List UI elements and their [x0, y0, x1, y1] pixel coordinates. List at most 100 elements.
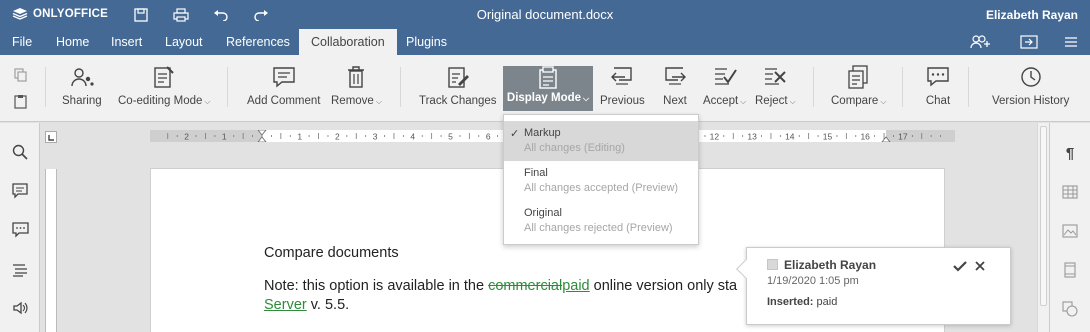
ruler-label: 4 [410, 132, 415, 142]
ruler-label: 14 [785, 132, 795, 142]
reject-icon [762, 63, 788, 91]
chat-label: Chat [925, 95, 951, 107]
tab-layout[interactable]: Layout [153, 29, 215, 55]
review-change-balloon: Elizabeth Rayan 1/19/2020 1:05 pm Insert… [736, 247, 1011, 325]
tab-stop-selector[interactable] [45, 131, 57, 143]
shape-settings-icon[interactable] [1060, 299, 1080, 319]
ruler-label: 13 [747, 132, 757, 142]
copy-icon[interactable] [11, 65, 31, 85]
tab-insert[interactable]: Insert [99, 29, 154, 55]
search-icon[interactable] [9, 142, 31, 162]
chat-button[interactable]: Chat [925, 63, 951, 117]
user-name[interactable]: Elizabeth Rayan [986, 8, 1078, 22]
vertical-ruler[interactable] [45, 169, 57, 332]
ruler-label: 12 [710, 132, 720, 142]
ruler-label: 1 [222, 132, 227, 142]
change-author: Elizabeth Rayan [784, 258, 877, 272]
toolbar-separator [45, 67, 46, 107]
tab-home[interactable]: Home [44, 29, 101, 55]
compare-button[interactable]: Compare ⌵ [831, 63, 886, 117]
sharing-icon [69, 63, 95, 91]
sharing-button[interactable]: Sharing [62, 63, 102, 117]
vertical-scrollbar[interactable] [1037, 123, 1049, 332]
ruler-label: 2 [335, 132, 340, 142]
version-history-label: Version History [992, 95, 1070, 107]
comments-panel-icon[interactable] [9, 181, 31, 201]
coediting-mode-button[interactable]: Co-editing Mode ⌵ [118, 63, 210, 117]
sharing-label: Sharing [62, 95, 102, 107]
indent-marker[interactable] [881, 136, 891, 142]
ruler-label: 2 [184, 132, 189, 142]
remove-button[interactable]: Remove ⌵ [331, 63, 382, 117]
display-mode-final[interactable]: Final All changes accepted (Preview) [504, 161, 698, 201]
tab-references[interactable]: References [214, 29, 302, 55]
next-change-icon [662, 63, 688, 91]
document-note-line[interactable]: Note: this option is available in the co… [264, 278, 737, 294]
document-heading[interactable]: Compare documents [264, 245, 399, 261]
toolbar-separator [227, 67, 228, 107]
chevron-down-icon: ⌵ [375, 97, 382, 106]
indent-marker[interactable] [257, 136, 267, 142]
reject-change-icon[interactable] [971, 257, 989, 275]
server-link[interactable]: Server [264, 297, 307, 313]
reject-label: Reject ⌵ [755, 95, 796, 107]
author-color-swatch [767, 259, 778, 270]
tab-collaboration[interactable]: Collaboration [299, 29, 397, 55]
coediting-icon [151, 63, 177, 91]
open-location-icon[interactable] [1018, 33, 1040, 51]
ruler-label: 5 [448, 132, 453, 142]
compare-icon [846, 63, 872, 91]
image-settings-icon[interactable] [1060, 221, 1080, 241]
tab-plugins[interactable]: Plugins [394, 29, 459, 55]
add-comment-button[interactable]: Add Comment [247, 63, 321, 117]
menu-icon[interactable] [1060, 33, 1082, 51]
previous-label: Previous [600, 95, 645, 107]
paragraph-settings-icon[interactable]: ¶ [1060, 143, 1080, 163]
toolbar-separator [902, 67, 903, 107]
share-users-icon[interactable] [970, 33, 992, 51]
display-mode-original[interactable]: Original All changes rejected (Preview) [504, 201, 698, 241]
collaboration-toolbar: Sharing Co-editing Mode ⌵ Add Comment Rem… [0, 55, 1090, 122]
inserted-text[interactable]: paid [562, 278, 589, 294]
chevron-down-icon: ⌵ [204, 97, 211, 106]
ruler-label: 15 [823, 132, 833, 142]
accept-icon [712, 63, 738, 91]
change-date: 1/19/2020 1:05 pm [767, 275, 859, 287]
reject-button[interactable]: Reject ⌵ [755, 63, 796, 117]
indent-marker[interactable] [257, 130, 267, 136]
display-mode-button[interactable]: Display Mode ⌵ [503, 66, 593, 111]
comment-icon [271, 63, 297, 91]
tab-file[interactable]: File [0, 29, 44, 55]
document-note-line-2[interactable]: Server v. 5.5. [264, 297, 349, 313]
ruler-label: 1 [297, 132, 302, 142]
left-sidebar [0, 123, 40, 332]
track-changes-button[interactable]: Track Changes [419, 63, 497, 117]
chat-panel-icon[interactable] [9, 220, 31, 240]
trash-icon [343, 63, 369, 91]
add-comment-label: Add Comment [247, 95, 321, 107]
compare-label: Compare ⌵ [831, 95, 887, 107]
deleted-text[interactable]: commercial [488, 278, 562, 294]
tab-bar: File Home Insert Layout References Colla… [0, 29, 1090, 55]
display-mode-label: Display Mode ⌵ [506, 92, 590, 104]
navigation-icon[interactable] [9, 260, 31, 280]
chevron-down-icon: ⌵ [740, 97, 747, 106]
display-mode-markup[interactable]: ✓ Markup All changes (Editing) [504, 121, 698, 161]
ruler-label: 6 [486, 132, 491, 142]
paste-icon[interactable] [11, 91, 31, 111]
next-button[interactable]: Next [662, 63, 688, 117]
version-history-button[interactable]: Version History [992, 63, 1069, 117]
previous-button[interactable]: Previous [600, 63, 645, 117]
accept-change-icon[interactable] [951, 257, 969, 275]
table-settings-icon[interactable] [1060, 182, 1080, 202]
chevron-down-icon: ⌵ [789, 97, 796, 106]
title-bar: ONLYOFFICE Original document.docx Elizab… [0, 0, 1090, 29]
header-footer-settings-icon[interactable] [1060, 260, 1080, 280]
display-mode-icon [535, 66, 561, 90]
scrollbar-thumb[interactable] [1040, 126, 1047, 306]
next-label: Next [663, 95, 687, 107]
track-changes-icon [445, 63, 471, 91]
coediting-mode-label: Co-editing Mode ⌵ [118, 95, 211, 107]
accept-button[interactable]: Accept ⌵ [703, 63, 746, 117]
feedback-icon[interactable] [9, 298, 31, 318]
